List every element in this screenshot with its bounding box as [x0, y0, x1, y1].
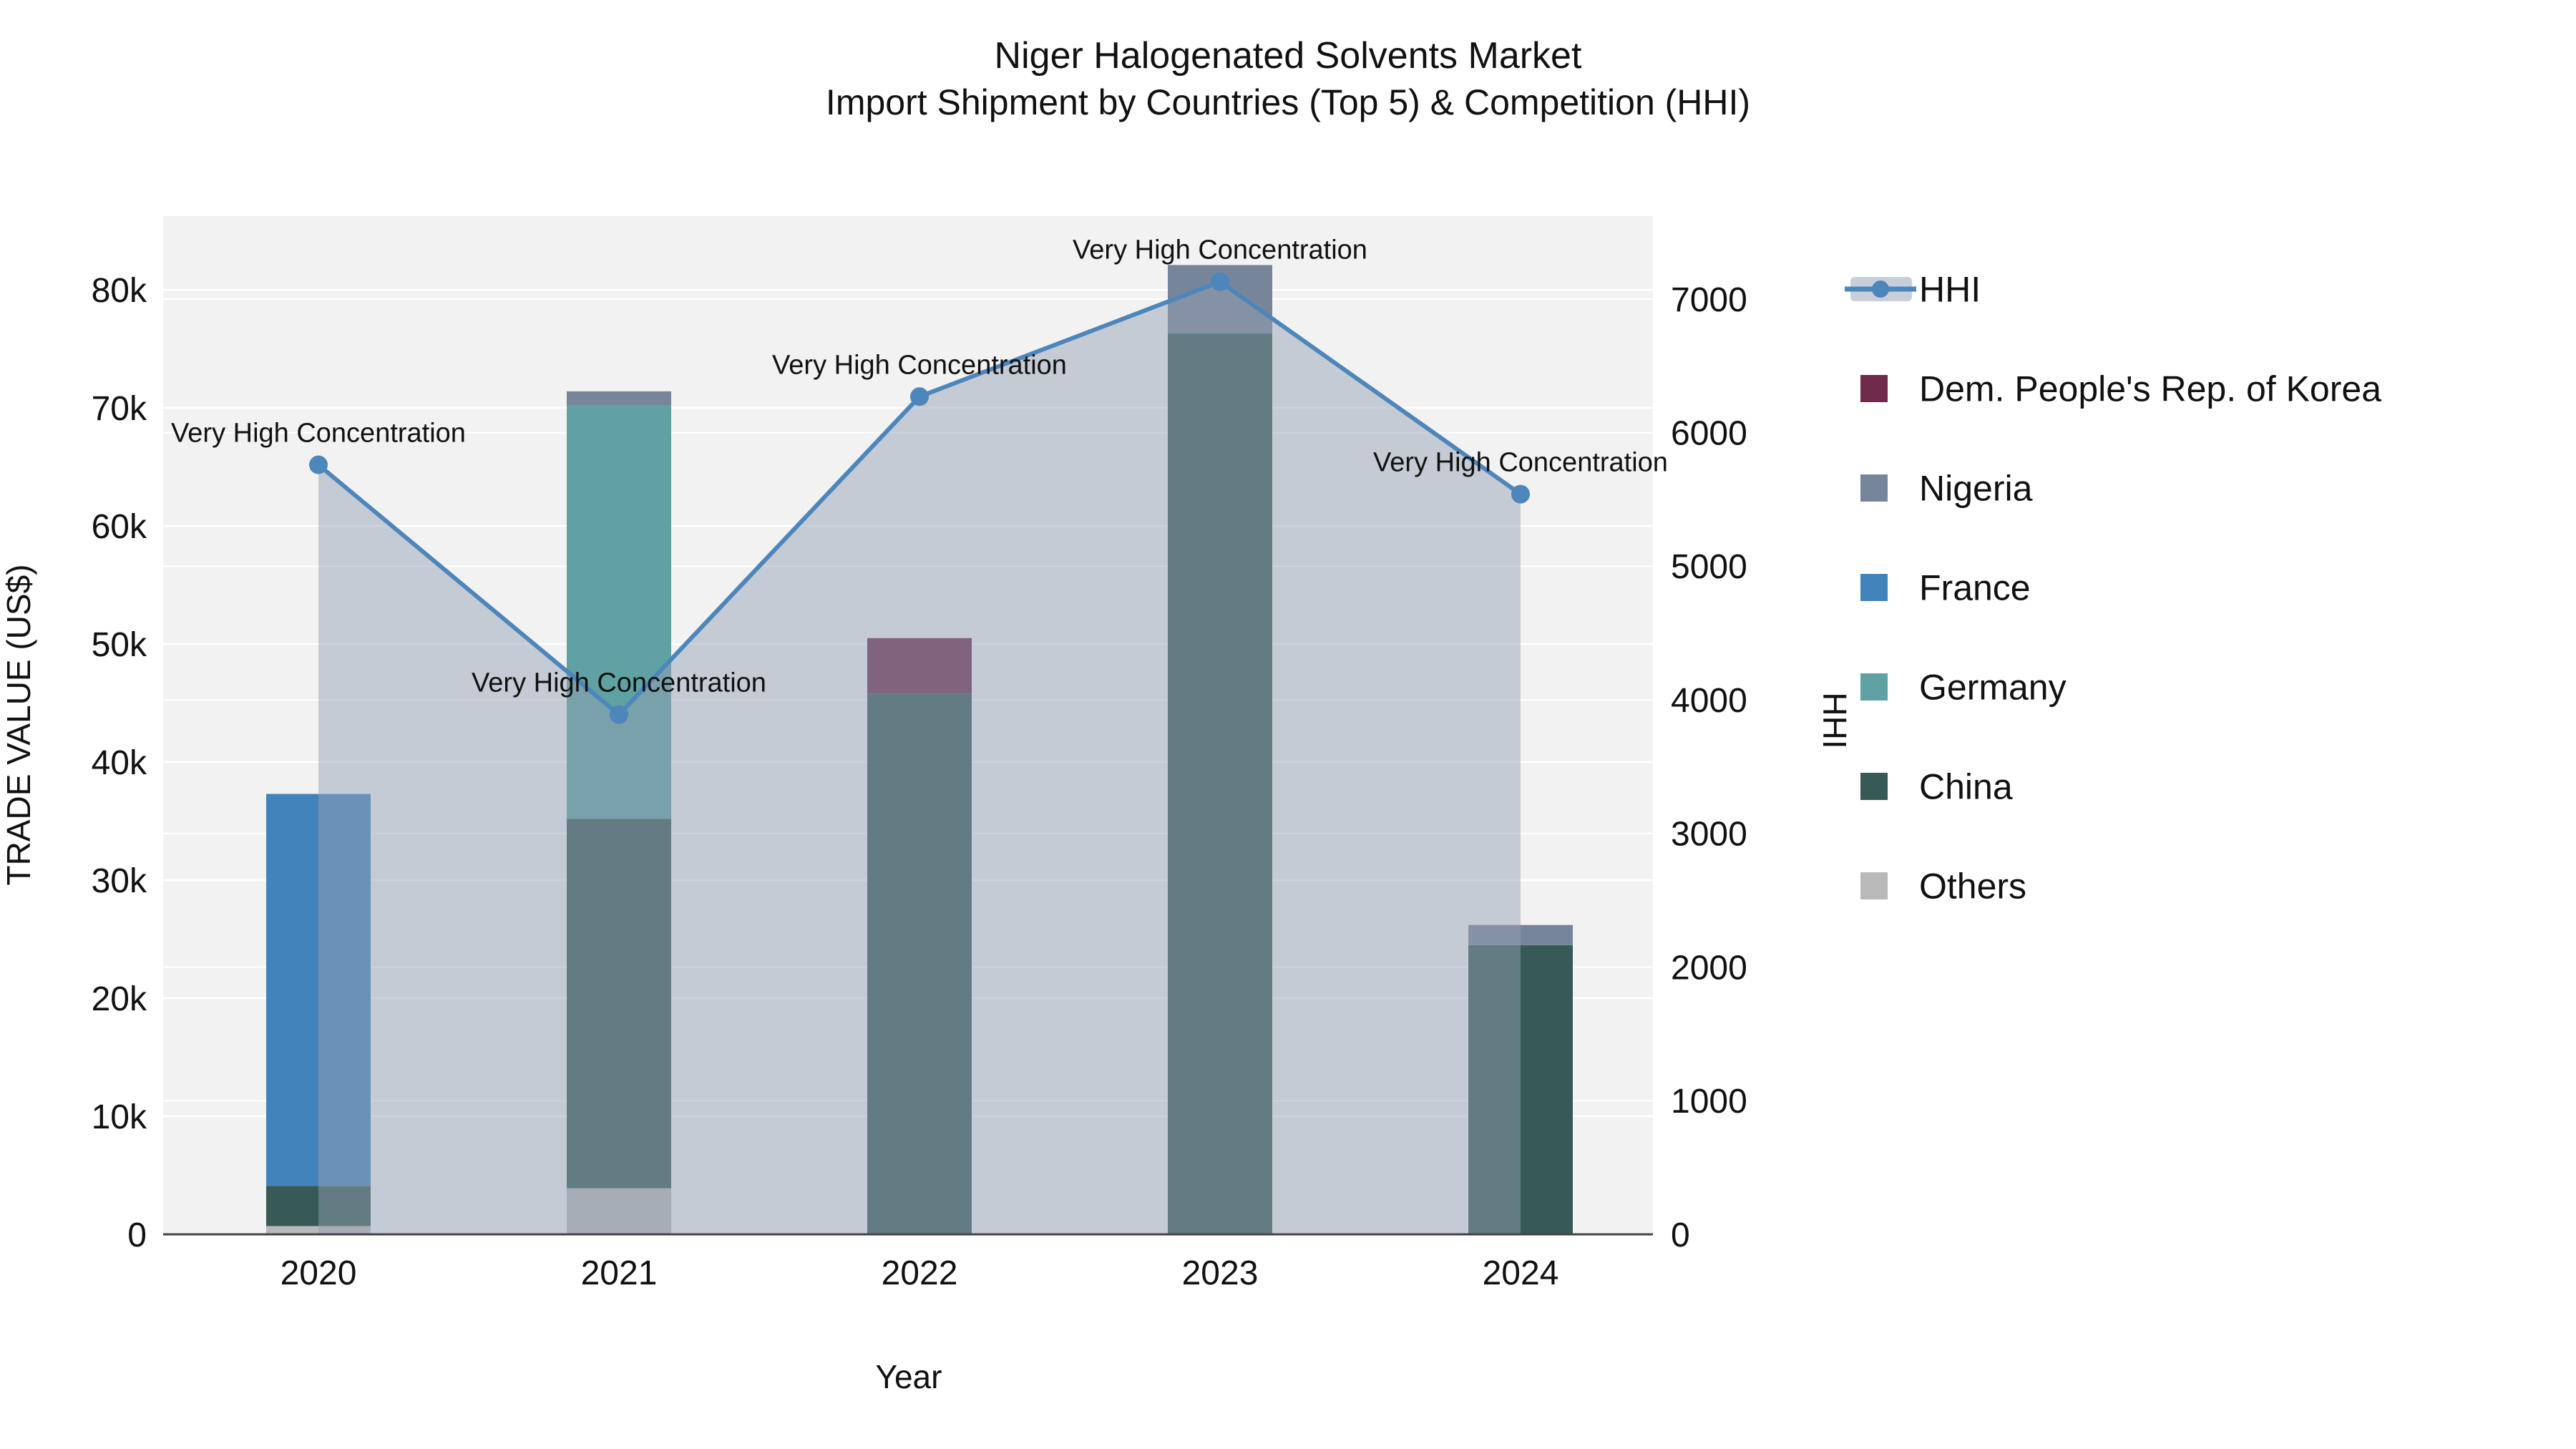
y-left-tick: 30k — [92, 862, 147, 900]
y-left-tick: 40k — [92, 744, 147, 782]
hhi-marker — [1511, 484, 1530, 504]
legend-label: Germany — [1919, 668, 2067, 708]
y-left-tick: 70k — [92, 390, 147, 428]
y-right-tick: 7000 — [1671, 281, 1747, 319]
hhi-marker — [309, 455, 328, 474]
y-left-tick: 10k — [92, 1098, 147, 1136]
y-right-tick: 6000 — [1671, 415, 1747, 453]
y-left-tick: 20k — [92, 980, 147, 1018]
legend-label: Dem. People's Rep. of Korea — [1919, 369, 2381, 409]
legend: HHI Dem. People's Rep. of Korea Nigeria Fra… — [1845, 270, 2381, 907]
legend-item-france[interactable]: France — [1860, 568, 2031, 608]
legend-label: Nigeria — [1919, 469, 2033, 509]
legend-swatch-icon — [1860, 375, 1888, 402]
y-right-tick: 3000 — [1671, 816, 1747, 854]
x-tick: 2022 — [882, 1254, 958, 1292]
y-axis-title-left: TRADE VALUE (US$) — [0, 564, 37, 885]
x-tick: 2024 — [1483, 1254, 1559, 1292]
hhi-marker — [610, 705, 628, 724]
annotation: Very High Concentration — [171, 419, 466, 449]
y-right-tick: 0 — [1671, 1216, 1690, 1254]
legend-item-nigeria[interactable]: Nigeria — [1860, 469, 2033, 509]
legend-item-others[interactable]: Others — [1860, 867, 2026, 907]
legend-swatch-icon — [1860, 673, 1888, 701]
legend-swatch-icon — [1860, 872, 1888, 899]
hhi-legend-marker-icon — [1872, 280, 1889, 298]
x-tick: 2023 — [1182, 1254, 1259, 1292]
y-right-tick: 1000 — [1671, 1083, 1747, 1121]
x-tick: 2020 — [280, 1254, 357, 1292]
bar-segment-nigeria — [567, 391, 671, 406]
annotation: Very High Concentration — [772, 350, 1067, 380]
y-right-tick: 2000 — [1671, 949, 1747, 987]
y-right-tick: 4000 — [1671, 682, 1747, 720]
chart-canvas: Niger Halogenated Solvents Market Import… — [0, 0, 2576, 1449]
x-axis-title: Year — [876, 1358, 942, 1395]
y-right-tick: 5000 — [1671, 548, 1747, 586]
legend-label: HHI — [1919, 270, 1981, 310]
chart-subtitle: Import Shipment by Countries (Top 5) & C… — [826, 82, 1750, 122]
y-axis-title-right: HHI — [1816, 692, 1853, 748]
legend-item-dem-people-s-rep-of-korea[interactable]: Dem. People's Rep. of Korea — [1860, 369, 2381, 409]
y-left-tick: 0 — [127, 1216, 147, 1254]
legend-swatch-icon — [1860, 474, 1888, 502]
legend-swatch-icon — [1860, 574, 1888, 601]
legend-label: China — [1919, 767, 2013, 807]
hhi-marker — [910, 387, 929, 406]
annotation: Very High Concentration — [1073, 235, 1367, 265]
hhi-marker — [1211, 272, 1229, 291]
legend-item-hhi[interactable]: HHI — [1845, 270, 1981, 310]
y-left-tick: 50k — [92, 626, 147, 664]
annotation: Very High Concentration — [1373, 448, 1668, 478]
legend-item-china[interactable]: China — [1860, 767, 2013, 807]
annotation: Very High Concentration — [472, 668, 766, 698]
x-tick: 2021 — [581, 1254, 658, 1292]
y-left-tick: 80k — [92, 272, 147, 310]
legend-label: France — [1919, 568, 2031, 608]
legend-swatch-icon — [1860, 773, 1888, 800]
legend-label: Others — [1919, 867, 2026, 907]
legend-item-germany[interactable]: Germany — [1860, 668, 2067, 708]
chart-title: Niger Halogenated Solvents Market — [995, 35, 1582, 77]
figure: Niger Halogenated Solvents Market Import… — [0, 0, 2576, 1449]
y-left-tick: 60k — [92, 508, 147, 546]
